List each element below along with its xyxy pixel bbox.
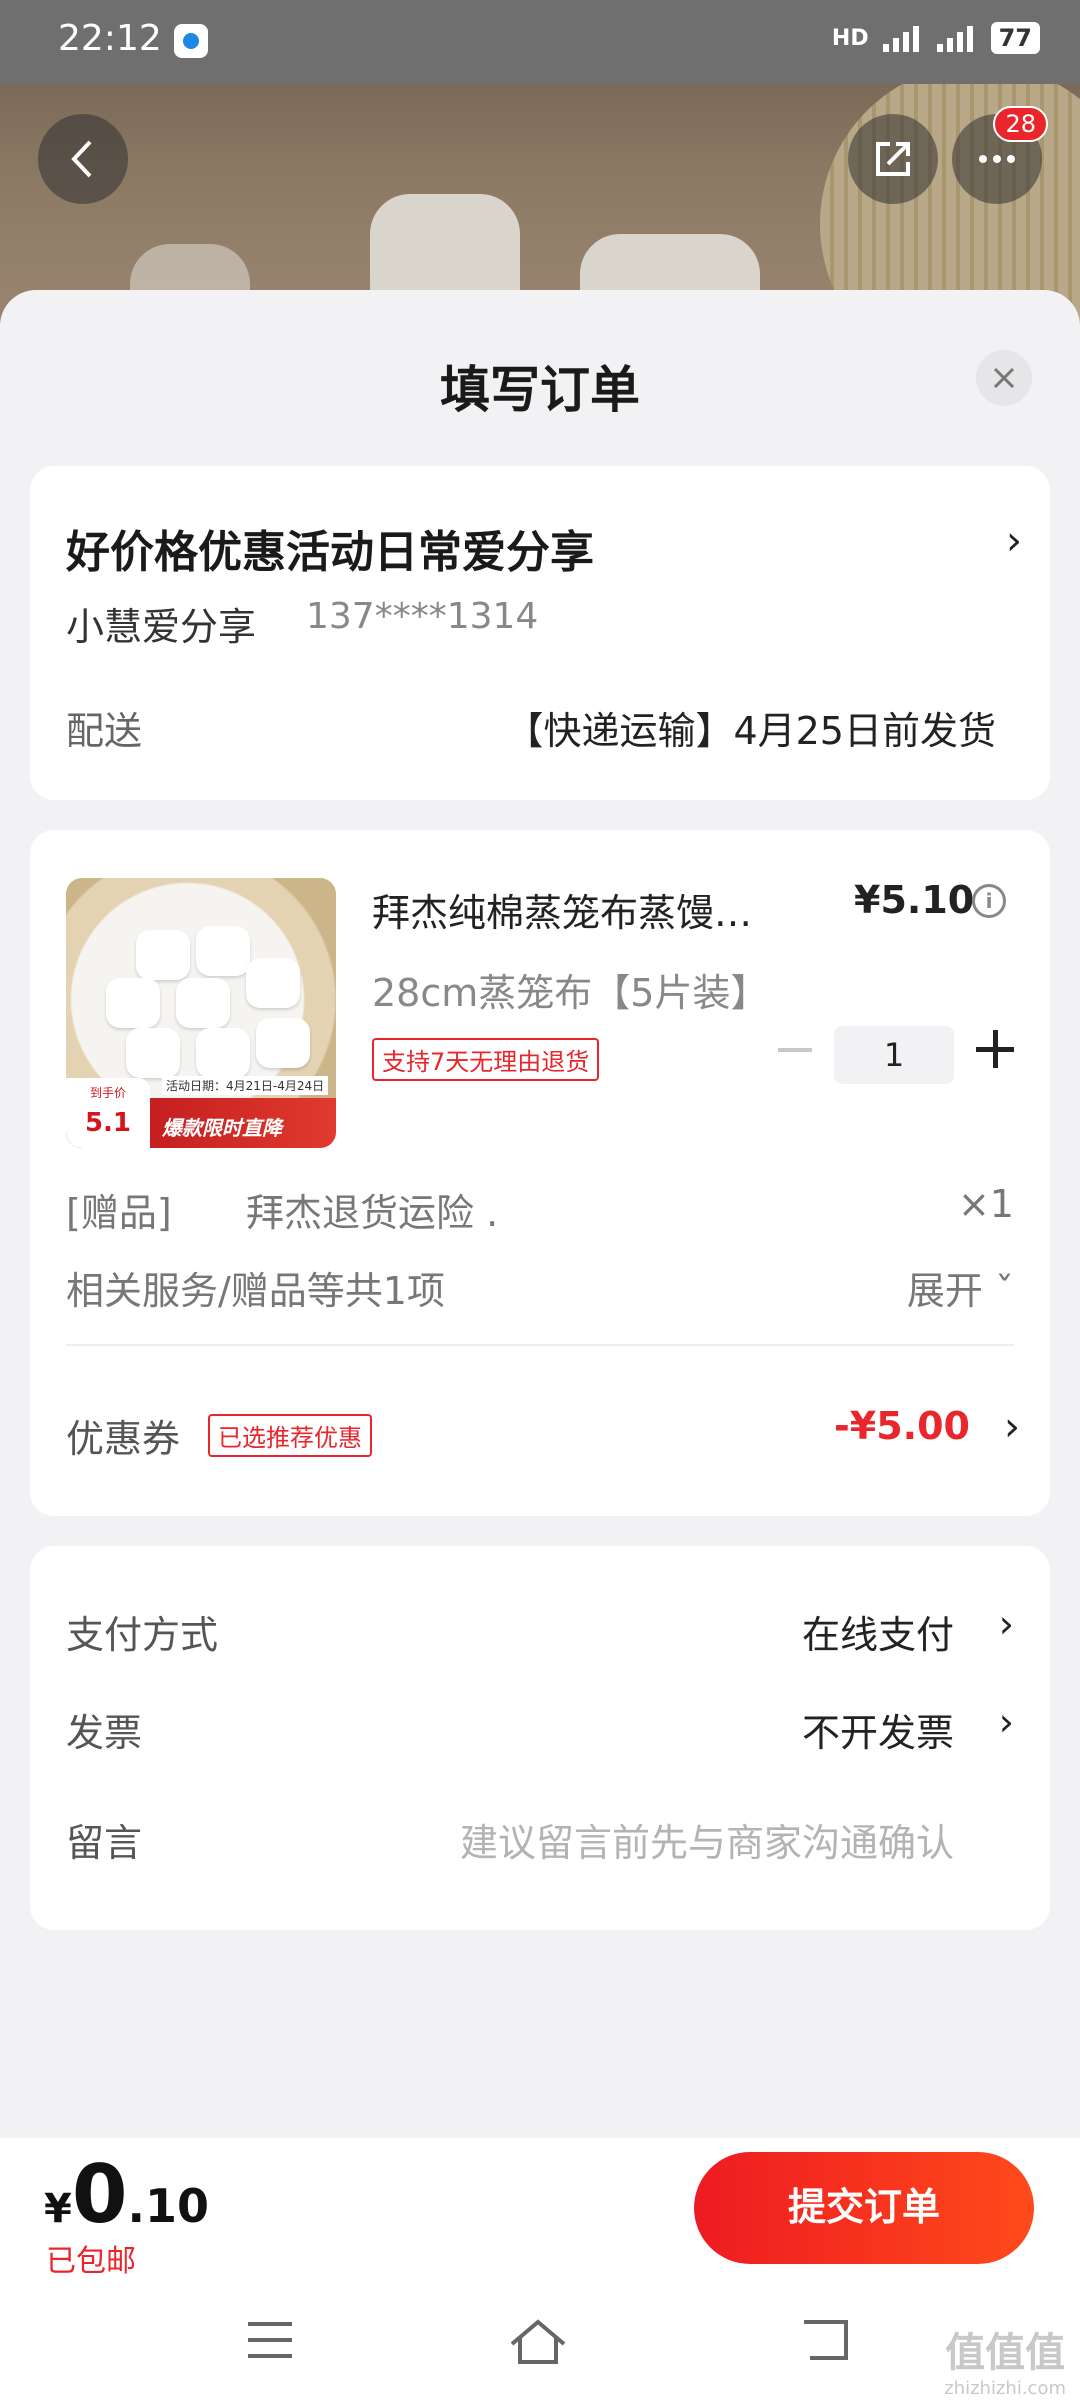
services-expand-button[interactable]: 展开 ˇ	[907, 1260, 1014, 1315]
menu-icon[interactable]	[246, 2318, 294, 2362]
divider	[66, 1344, 1014, 1346]
chevron-right-icon[interactable]: ›	[1004, 1404, 1020, 1450]
status-bar: 22:12 HD 77	[0, 0, 1080, 84]
coupon-tag: 已选推荐优惠	[208, 1414, 372, 1457]
return-policy-tag: 支持7天无理由退货	[372, 1038, 600, 1081]
sheet-title: 填写订单	[440, 361, 640, 419]
more-badge: 28	[993, 106, 1048, 142]
product-price: ¥5.10	[854, 878, 975, 922]
signal-icon-1	[882, 24, 923, 52]
gift-label: [赠品]	[66, 1191, 172, 1235]
promo-text: 爆款限时直降	[162, 1116, 282, 1140]
invoice-value[interactable]: 不开发票	[802, 1702, 954, 1757]
gift-name: 拜杰退货运险 .	[246, 1191, 499, 1235]
chevron-left-icon	[71, 140, 92, 178]
invoice-label: 发票	[66, 1711, 143, 1755]
back-button[interactable]	[38, 114, 128, 204]
status-time: 22:12	[58, 18, 162, 59]
quantity-decrease-button[interactable]	[778, 1048, 812, 1052]
hd-icon: HD	[831, 25, 869, 51]
gift-quantity: ×1	[957, 1182, 1014, 1226]
chevron-right-icon[interactable]: ›	[999, 1700, 1014, 1744]
back-nav-icon[interactable]	[796, 2318, 852, 2366]
promo-date: 活动日期：4月21日-4月24日	[162, 1076, 329, 1095]
home-icon[interactable]	[508, 2318, 568, 2366]
payment-card: 支付方式 在线支付 › 发票 不开发票 › 留言 建议留言前先与商家沟通确认	[30, 1546, 1050, 1930]
recipient-phone: 137****1314	[306, 596, 539, 637]
product-title[interactable]: 拜杰纯棉蒸笼布蒸馒…	[372, 882, 792, 937]
more-dots-icon	[979, 155, 1015, 163]
order-sheet: 填写订单 好价格优惠活动日常爱分享 › 小慧爱分享 137****1314 配送…	[0, 290, 1080, 2140]
delivery-label: 配送	[66, 709, 143, 753]
status-icons: HD 77	[832, 22, 1040, 54]
quantity-increase-button[interactable]	[976, 1030, 1014, 1068]
services-summary: 相关服务/赠品等共1项	[66, 1269, 445, 1313]
promo-banner: 到手价 5.1 活动日期：4月21日-4月24日 爆款限时直降	[66, 1076, 336, 1148]
submit-order-button[interactable]: 提交订单	[694, 2152, 1034, 2264]
address-title: 好价格优惠活动日常爱分享	[66, 527, 594, 578]
quantity-input[interactable]: 1	[834, 1026, 954, 1084]
payment-method-label: 支付方式	[66, 1613, 219, 1657]
message-label: 留言	[66, 1821, 143, 1865]
notification-app-icon	[174, 24, 208, 58]
product-spec: 28cm蒸笼布【5片装】	[372, 971, 769, 1015]
share-icon	[876, 142, 910, 176]
system-nav-bar	[0, 2288, 1080, 2408]
total-price: ¥0.10	[44, 2148, 210, 2241]
chevron-right-icon: ›	[1006, 518, 1022, 564]
product-hero-image	[0, 84, 1080, 324]
product-thumbnail[interactable]: 到手价 5.1 活动日期：4月21日-4月24日 爆款限时直降	[66, 878, 336, 1148]
payment-method-value[interactable]: 在线支付	[802, 1604, 954, 1659]
address-card[interactable]: 好价格优惠活动日常爱分享 › 小慧爱分享 137****1314 配送 【快递运…	[30, 466, 1050, 800]
message-input[interactable]: 建议留言前先与商家沟通确认	[460, 1812, 954, 1867]
free-shipping-label: 已包邮	[46, 2244, 136, 2279]
promo-price: 到手价 5.1	[66, 1078, 150, 1148]
close-button[interactable]	[976, 350, 1032, 406]
recipient-name: 小慧爱分享	[66, 605, 257, 649]
share-button[interactable]	[848, 114, 938, 204]
battery-icon: 77	[990, 22, 1040, 54]
chevron-right-icon[interactable]: ›	[999, 1602, 1014, 1646]
close-icon	[993, 367, 1015, 389]
info-icon[interactable]: i	[972, 884, 1006, 918]
product-card: 到手价 5.1 活动日期：4月21日-4月24日 爆款限时直降 拜杰纯棉蒸笼布蒸…	[30, 830, 1050, 1516]
more-button[interactable]: 28	[952, 106, 1048, 204]
delivery-value: 【快递运输】4月25日前发货	[505, 709, 996, 753]
checkout-bar: ¥0.10 已包邮 提交订单	[0, 2138, 1080, 2288]
watermark-logo: 值值值 zhizhizhi.com	[944, 2330, 1066, 2399]
coupon-value[interactable]: -¥5.00	[834, 1404, 970, 1448]
coupon-label: 优惠券	[66, 1417, 181, 1461]
signal-icon-2	[936, 24, 977, 52]
